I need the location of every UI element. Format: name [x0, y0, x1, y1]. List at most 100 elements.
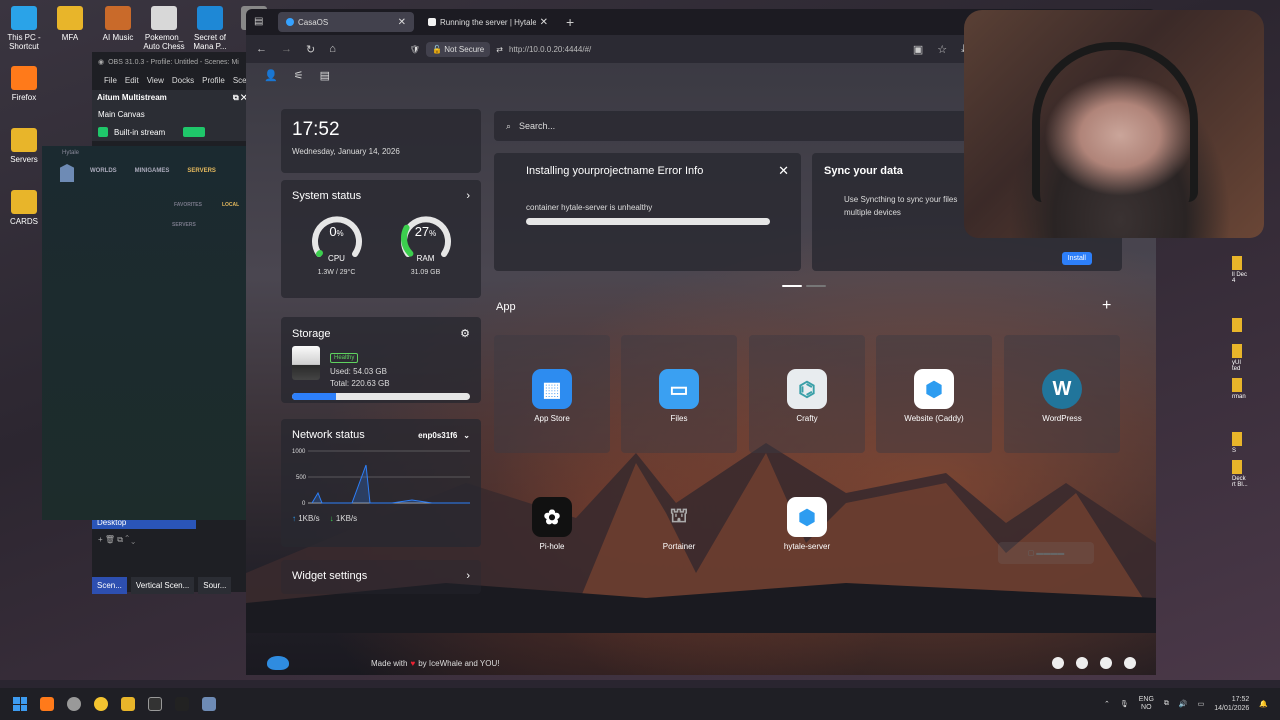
close-icon[interactable]: ✕ [778, 163, 789, 179]
app-tile-app-store[interactable]: ▦ App Store [494, 335, 610, 453]
terminal-taskbar-icon[interactable] [148, 697, 162, 711]
tray-chevron-icon[interactable]: ⌃ [1104, 700, 1110, 708]
taskbar-clock[interactable]: 17:52 14/01/2026 [1214, 695, 1249, 713]
discord-icon[interactable] [1076, 657, 1088, 669]
desktop-icon[interactable]: Secret of Mana P... [188, 6, 232, 51]
chrome-taskbar-icon[interactable] [94, 697, 108, 711]
obs-menu-item[interactable]: Profile [202, 76, 225, 85]
carousel-dot[interactable] [806, 285, 826, 287]
battery-icon[interactable]: ▭ [1198, 700, 1205, 708]
notification-bell-icon[interactable]: 🔔 [1259, 700, 1268, 708]
hytale-subnav-item[interactable]: LOCAL [222, 202, 239, 208]
network-widget[interactable]: Network status enp0s31f6 ⌄ 1000 500 0 ↑ … [281, 419, 481, 547]
obs-menu-item[interactable]: Docks [172, 76, 194, 85]
community-icon[interactable] [1052, 657, 1064, 669]
hytale-subnav-item[interactable]: FAVORITES [174, 202, 202, 208]
obs-menu-item[interactable]: View [147, 76, 164, 85]
obs-taskbar-icon[interactable] [67, 697, 81, 711]
obs-dock-tab[interactable]: Vertical Scen... [130, 577, 195, 594]
desktop-icon[interactable]: yUI ted [1232, 344, 1262, 372]
hytale-launcher[interactable]: Hytale WORLDS MINIGAMES SERVERS FAVORITES L… [42, 146, 248, 520]
shield-icon[interactable]: 🛡 [410, 45, 420, 54]
back-icon[interactable]: ← [256, 43, 267, 55]
hytale-nav-item[interactable]: SERVERS [187, 168, 216, 174]
desktop-icon[interactable]: MFA [48, 6, 92, 42]
close-tab-icon[interactable]: ✕ [540, 17, 548, 28]
install-button[interactable]: Install [1061, 252, 1092, 265]
security-badge[interactable]: 🔓 Not Secure [426, 41, 491, 57]
bookmark-star-icon[interactable]: ☆ [937, 43, 947, 56]
interface-select[interactable]: enp0s31f6 ⌄ [418, 431, 470, 440]
desktop-icon[interactable]: Pokemon_ Auto Chess [142, 6, 186, 51]
url-text[interactable]: http://10.0.0.20:4444/#/ [509, 45, 591, 54]
builtin-stream-row[interactable]: Built-in stream [92, 123, 252, 141]
volume-icon[interactable]: 🔊 [1179, 700, 1188, 708]
panel-float-icon[interactable]: ⧉ ✕ [233, 93, 247, 103]
terminal-icon[interactable]: ▤ [320, 69, 330, 82]
chevron-right-icon: › [466, 570, 470, 582]
desktop-icon[interactable]: CARDS [2, 190, 46, 226]
storage-widget[interactable]: Storage ⚙ Healthy Used: 54.03 GB Total: … [281, 317, 481, 403]
user-icon[interactable]: 👤 [264, 69, 278, 82]
app-tile-files[interactable]: ▭ Files [621, 335, 737, 453]
settings-sliders-icon[interactable]: ⚟ [294, 69, 304, 82]
desktop-icon-label: Deck rt Bl... [1232, 476, 1248, 488]
hytale-nav-item[interactable]: MINIGAMES [135, 168, 170, 174]
obs-dock-tab[interactable]: Scen... [92, 577, 127, 594]
close-tab-icon[interactable]: ✕ [398, 17, 406, 28]
reload-icon[interactable]: ↻ [306, 43, 315, 56]
windows-start-icon[interactable] [13, 697, 27, 711]
obs-dock-tab[interactable]: Sour... [198, 577, 232, 594]
change-wallpaper-button[interactable]: ▢ ▬▬▬▬ [998, 542, 1094, 564]
desktop-icon[interactable]: Firefox [2, 66, 46, 102]
app-tile-website-caddy[interactable]: ⬢ Website (Caddy) [876, 335, 992, 453]
language-indicator[interactable]: ENG NO [1139, 696, 1154, 712]
hytale-nav-item[interactable]: WORLDS [90, 168, 117, 174]
url-bar[interactable]: 🛡 🔓 Not Secure ⇄ http://10.0.0.20:4444/#… [410, 41, 591, 57]
obs-menu-item[interactable]: Sce [233, 76, 247, 85]
chevron-right-icon[interactable]: › [466, 190, 470, 202]
desktop-icon[interactable]: rman [1232, 378, 1262, 400]
obs-controls[interactable]: + 🗑 ⧉ ⌃ ⌄ [92, 529, 252, 551]
carousel-dot[interactable] [782, 285, 802, 287]
hytale-servers-heading: SERVERS [172, 222, 196, 228]
add-app-icon[interactable]: + [1102, 297, 1111, 315]
app-tile-portainer[interactable]: ⛫ Portainer [621, 463, 737, 581]
widget-settings[interactable]: Widget settings › [281, 560, 481, 594]
search-input[interactable]: Search... [519, 121, 555, 131]
desktop-icon[interactable]: ll Dec 4 [1232, 256, 1262, 284]
firefox-taskbar-icon[interactable] [40, 697, 54, 711]
desktop-icon[interactable]: AI Music [96, 6, 140, 42]
app-tile-pi-hole[interactable]: ✿ Pi-hole [494, 463, 610, 581]
home-icon[interactable]: ⌂ [329, 43, 336, 55]
hytale-taskbar-icon[interactable] [202, 697, 216, 711]
obs-menu-item[interactable]: File [104, 76, 117, 85]
permissions-icon[interactable]: ⇄ [496, 45, 503, 54]
new-tab-button[interactable]: + [566, 14, 574, 30]
obs-menu-item[interactable]: Edit [125, 76, 139, 85]
browser-tab[interactable]: CasaOS ✕ [278, 12, 414, 32]
github-icon[interactable] [1100, 657, 1112, 669]
search-bar[interactable]: ⌕ Search... [494, 111, 976, 141]
mic-icon[interactable]: 🎙 [1120, 700, 1129, 708]
network-icon[interactable]: ⧉ [1164, 700, 1169, 708]
browser-tab[interactable]: Running the server | Hytale Docker ✕ [420, 12, 556, 32]
carousel-dots[interactable] [782, 285, 826, 287]
desktop-icon[interactable]: Deck rt Bl... [1232, 460, 1262, 488]
system-status-widget[interactable]: System status › 0% CPU 1.3W / 29°C 27% R… [281, 180, 481, 298]
tab-overview-icon[interactable]: ▤ [254, 16, 266, 28]
explorer-taskbar-icon[interactable] [121, 697, 135, 711]
desktop-icon[interactable]: Servers [2, 128, 46, 164]
reader-view-icon[interactable]: ▣ [913, 43, 923, 56]
app-tile-hytale-server[interactable]: ⬢ hytale-server [749, 463, 865, 581]
app-tile-crafty[interactable]: ⌬ Crafty [749, 335, 865, 453]
app-tile-wordpress[interactable]: W WordPress [1004, 335, 1120, 453]
desktop-icon[interactable] [1232, 318, 1262, 334]
app-taskbar-icon[interactable] [175, 697, 189, 711]
support-icon[interactable] [1124, 657, 1136, 669]
stream-toggle[interactable] [183, 127, 206, 137]
gear-icon[interactable]: ⚙ [460, 327, 470, 340]
desktop-icon[interactable]: S [1232, 432, 1262, 454]
desktop-icon[interactable]: This PC - Shortcut [2, 6, 46, 51]
forward-icon[interactable]: → [281, 43, 292, 55]
